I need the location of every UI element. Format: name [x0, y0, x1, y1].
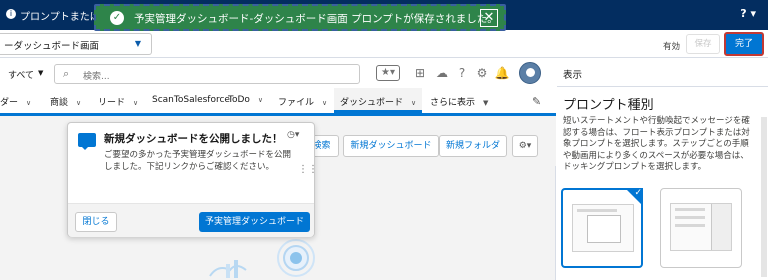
prompt-type-description: 短いステートメントや行動喚起でメッセージを確認する場合は、フロート表示プロンプト… [563, 116, 750, 172]
builder-title: プロンプトまたは [20, 12, 100, 23]
app-nav: ダー ∨ 商談 ∨ リード ∨ ScanToSalesforce ToDo ∨ ファイル… [0, 88, 556, 116]
nav-item-0[interactable]: ダー ∨ [0, 95, 31, 108]
nav-item-todo[interactable]: ToDo ∨ [228, 95, 263, 105]
page-select[interactable]: ーダッシュボード画面 ▼ [0, 33, 152, 55]
toast-close-button[interactable]: ✕ [480, 9, 498, 27]
help-menu[interactable]: ? ▾ [740, 7, 756, 20]
drag-handle-icon[interactable]: ⋮⋮ [298, 165, 318, 175]
global-header: すべて ▼ ⌕ 検索... ★▾ ⊞ ☁ ? ⚙ 🔔 [0, 59, 556, 88]
save-button[interactable]: 保存 [686, 34, 720, 54]
prompt-footer: 閉じる 予実管理ダッシュボード [68, 203, 314, 237]
prompt-body: ご要望の多かった予実管理ダッシュボードを公開しました。下記リンクからご確認くださ… [104, 150, 292, 172]
empty-state-illustration [209, 239, 315, 278]
toast-message: 予実管理ダッシュボード-ダッシュボード画面 プロンプトが保存されました。 [134, 13, 498, 25]
avatar[interactable] [519, 62, 541, 84]
prompt-type-heading: プロンプト種別 [563, 98, 654, 113]
docked-prompt-thumbnail [670, 203, 732, 251]
prompt-title: 新規ダッシュボードを公開しました！ [104, 133, 283, 145]
properties-panel: 表示 プロンプト種別 短いステートメントや行動喚起でメッセージを確認する場合は、… [557, 59, 768, 280]
chevron-down-icon: ▼ [134, 39, 141, 48]
search-scope-label: すべて [8, 71, 35, 81]
nav-item-leads[interactable]: リード ∨ [98, 95, 138, 108]
add-icon[interactable]: ⊞ [412, 65, 428, 81]
info-icon: i [6, 9, 16, 19]
dismiss-button[interactable]: 閉じる [75, 212, 117, 232]
builder-toolbar: ーダッシュボード画面 ▼ 有効 保存 完了 [0, 30, 768, 58]
nav-item-files[interactable]: ファイル ∨ [278, 95, 327, 108]
panel-section-label: 表示 [563, 70, 583, 81]
help-icon[interactable]: ? [454, 65, 470, 81]
new-folder-button[interactable]: 新規フォルダ [439, 135, 507, 157]
success-check-icon: ✓ [110, 11, 124, 25]
open-dashboard-button[interactable]: 予実管理ダッシュボード [199, 212, 310, 232]
floating-prompt-thumbnail [572, 204, 634, 252]
new-dashboard-button[interactable]: 新規ダッシュボード [343, 135, 439, 157]
floating-prompt: 新規ダッシュボードを公開しました！ ◷▾ ご要望の多かった予実管理ダッシュボード… [67, 122, 318, 237]
settings-menu-icon[interactable]: ⚙▾ [512, 135, 538, 157]
nav-item-opportunities[interactable]: 商談 ∨ [50, 95, 81, 108]
trailhead-icon[interactable]: ☁ [434, 65, 450, 81]
nav-item-scantosalesforce[interactable]: ScanToSalesforce [152, 95, 230, 105]
prompt-type-floating-option[interactable]: ✓ [561, 188, 643, 268]
done-button[interactable]: 完了 [724, 32, 764, 56]
nav-item-more[interactable]: さらに表示 ▼ [430, 95, 488, 108]
success-toast: ✓ 予実管理ダッシュボード-ダッシュボード画面 プロンプトが保存されました。 ✕ [94, 4, 506, 31]
search-placeholder: 検索... [83, 72, 110, 82]
nav-item-dashboards[interactable]: ダッシュボード ∨ [334, 88, 423, 113]
bell-icon[interactable]: 🔔 [494, 65, 510, 81]
search-scope-select[interactable]: すべて ▼ [0, 64, 50, 84]
clock-menu-icon[interactable]: ◷▾ [287, 130, 299, 140]
page-select-value: ーダッシュボード画面 [4, 41, 100, 52]
panel-scrollbar[interactable] [761, 117, 767, 277]
announcement-icon [78, 133, 96, 150]
chevron-down-icon: ▼ [38, 69, 44, 77]
favorites-icon[interactable]: ★▾ [376, 65, 400, 81]
active-status-label: 有効 [663, 42, 681, 52]
search-icon: ⌕ [63, 67, 70, 80]
gear-icon[interactable]: ⚙ [474, 65, 490, 81]
edit-nav-icon[interactable]: ✎ [532, 95, 541, 108]
divider [557, 86, 768, 87]
prompt-type-docked-option[interactable] [660, 188, 742, 268]
global-search-input[interactable]: ⌕ 検索... [54, 64, 360, 84]
